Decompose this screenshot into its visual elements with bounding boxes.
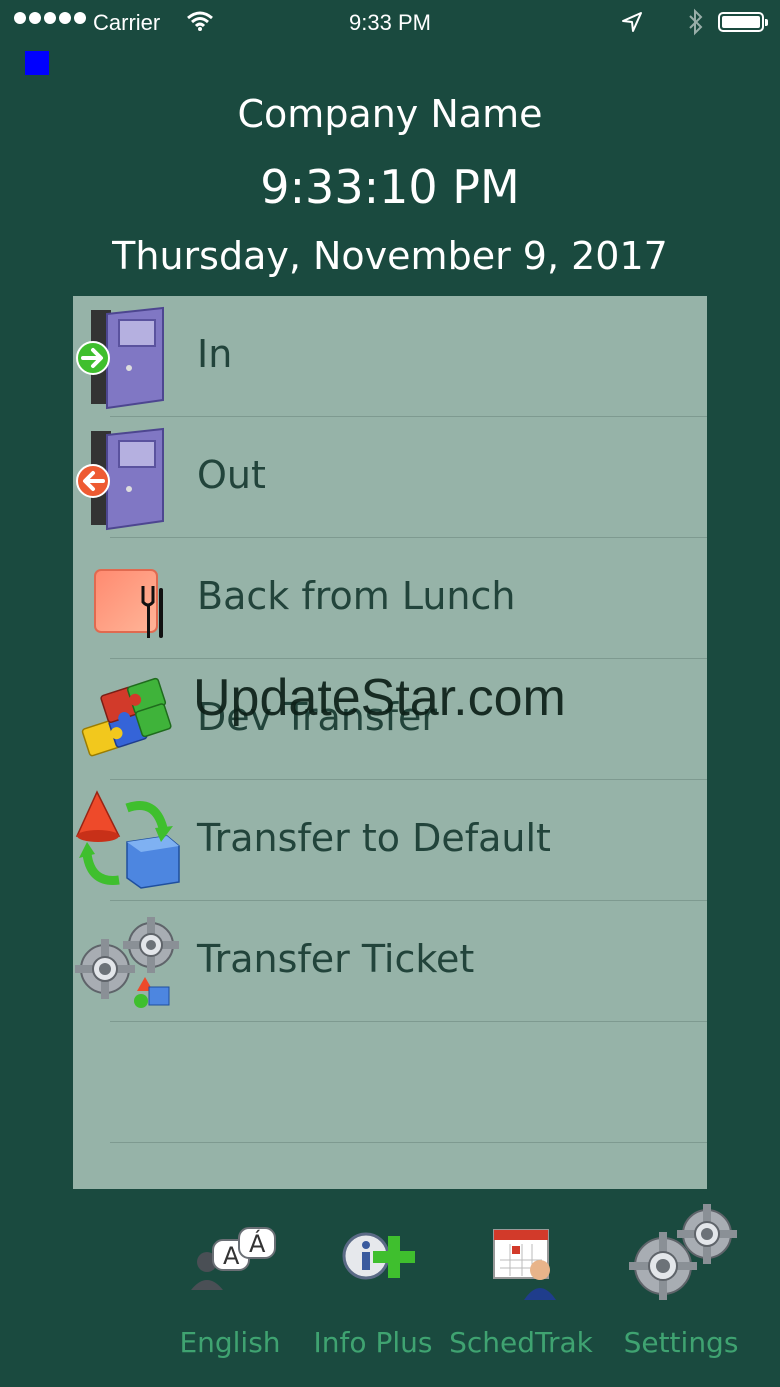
door-out-icon [75, 425, 181, 531]
svg-text:A: A [223, 1242, 240, 1270]
status-time: 9:33 PM [349, 10, 431, 35]
door-in-icon [75, 304, 181, 410]
language-icon: A Á [191, 1227, 276, 1290]
gears-ticket-icon [75, 909, 181, 1015]
puzzle-icon [75, 667, 181, 773]
menu-item-transfer-to-default[interactable]: Transfer to Default [73, 780, 707, 901]
info-plus-icon [342, 1232, 415, 1280]
lunch-icon [75, 546, 181, 652]
calendar-user-icon [493, 1229, 556, 1300]
tab-label: English [179, 1326, 281, 1359]
menu-item-in[interactable]: In [73, 296, 707, 417]
menu-item-back-from-lunch[interactable]: Back from Lunch [73, 538, 707, 659]
current-time: 9:33:10 PM [260, 160, 520, 214]
tab-settings[interactable]: Settings [611, 1200, 751, 1380]
debug-indicator [25, 51, 49, 75]
tab-schedtrak[interactable]: SchedTrak [446, 1200, 596, 1380]
menu-item-label: Transfer to Default [197, 816, 551, 860]
tab-label: SchedTrak [449, 1326, 593, 1359]
menu-item-label: In [197, 332, 233, 376]
menu-empty-row [73, 1022, 707, 1143]
menu-item-label: Back from Lunch [197, 574, 516, 618]
gears-icon [629, 1204, 737, 1300]
tab-label: Info Plus [313, 1326, 433, 1359]
watermark: UpdateStar.com [193, 669, 566, 727]
menu-item-label: Transfer Ticket [197, 937, 475, 981]
company-name: Company Name [237, 92, 543, 136]
punch-menu-list: In Out Back from Lunch Dev Transfer Tran… [73, 296, 707, 1189]
current-date: Thursday, November 9, 2017 [112, 234, 668, 278]
tab-bar: A Á English Info Plus SchedTrak Settings [0, 1200, 780, 1387]
tab-info-plus[interactable]: Info Plus [305, 1200, 441, 1380]
menu-item-out[interactable]: Out [73, 417, 707, 538]
shapes-transfer-icon [75, 788, 181, 894]
battery-icon [718, 12, 768, 32]
menu-item-label: Out [197, 453, 266, 497]
tab-label: Settings [623, 1326, 739, 1359]
tab-english[interactable]: A Á English [160, 1200, 300, 1380]
menu-item-transfer-ticket[interactable]: Transfer Ticket [73, 901, 707, 1022]
location-arrow-icon [620, 10, 644, 40]
status-bar: Carrier 9:33 PM [0, 0, 780, 46]
svg-text:Á: Á [249, 1229, 266, 1258]
bluetooth-icon [686, 8, 706, 42]
